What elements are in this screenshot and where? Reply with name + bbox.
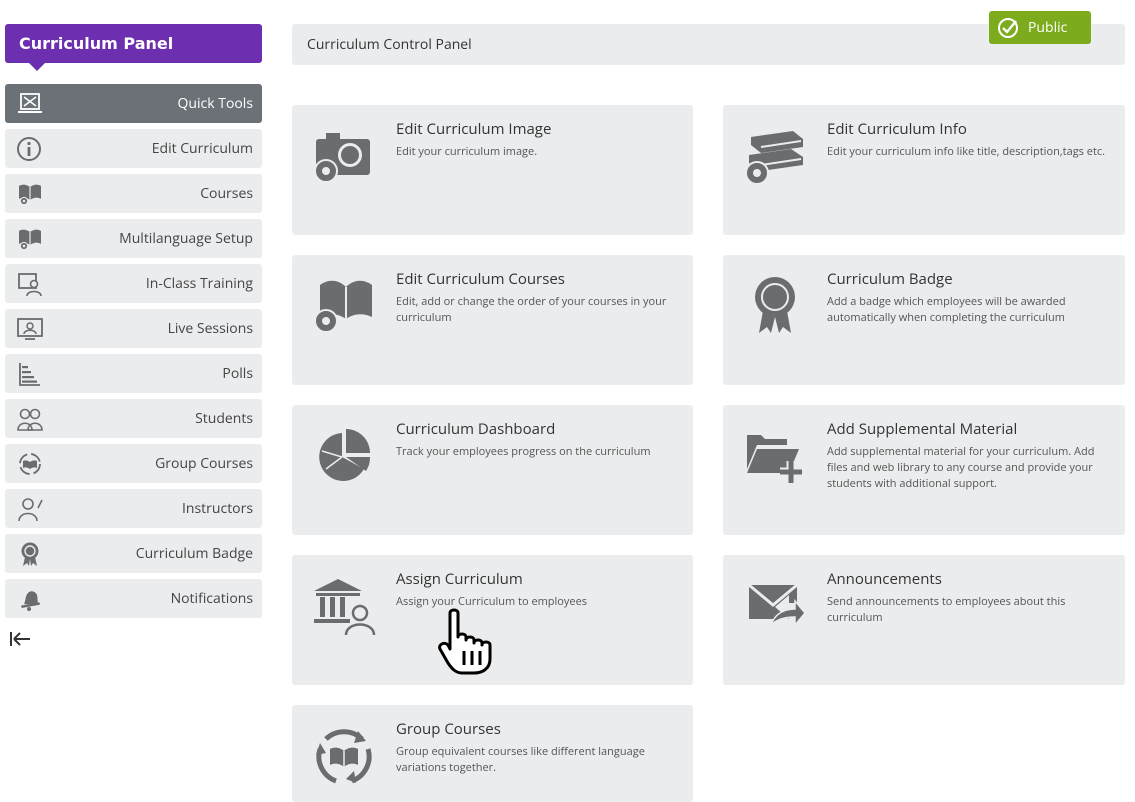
sidebar-item-label: In-Class Training [145, 274, 253, 293]
camera-gear-icon [314, 133, 370, 183]
courses-icon [19, 184, 41, 206]
live-sessions-icon [17, 318, 43, 340]
polls-icon [19, 363, 40, 386]
public-label: Public [1028, 18, 1068, 37]
quick-tools-icon [18, 93, 42, 113]
group-courses-icon [19, 453, 41, 475]
sidebar-item-multilanguage-setup[interactable]: Multilanguage Setup [5, 219, 262, 258]
card-title: Assign Curriculum [396, 569, 523, 589]
sidebar-item-label: Edit Curriculum [151, 139, 253, 158]
card-edit-curriculum-courses[interactable]: Edit Curriculum Courses Edit, add or cha… [292, 255, 693, 385]
card-title: Announcements [827, 569, 942, 589]
open-book-gear-icon [314, 280, 372, 333]
sidebar-item-label: Live Sessions [167, 319, 253, 338]
sidebar-item-edit-curriculum[interactable]: Edit Curriculum [5, 129, 262, 168]
institution-user-icon [314, 579, 376, 635]
instructors-icon [18, 498, 43, 522]
card-description: Edit your curriculum image. [396, 144, 538, 159]
book-cycle-icon [316, 729, 372, 784]
card-description: Edit your curriculum info like title, de… [827, 144, 1106, 159]
students-icon [17, 408, 43, 431]
sidebar-item-students[interactable]: Students [5, 399, 262, 438]
card-add-supplemental-material[interactable]: Add Supplemental Material Add supplement… [723, 405, 1125, 535]
card-title: Edit Curriculum Image [396, 119, 552, 139]
card-group-courses[interactable]: Group Courses Group equivalent courses l… [292, 705, 693, 802]
page-title: Curriculum Control Panel [307, 35, 472, 54]
card-description: Add a badge which employees will be awar… [827, 294, 1066, 325]
badge-icon [21, 542, 39, 566]
public-status-button[interactable]: Public [989, 11, 1091, 44]
sidebar-item-notifications[interactable]: Notifications [5, 579, 262, 618]
sidebar-item-polls[interactable]: Polls [5, 354, 262, 393]
sidebar-item-label: Students [195, 409, 253, 428]
sidebar-item-label: Polls [222, 364, 253, 383]
sidebar-item-live-sessions[interactable]: Live Sessions [5, 309, 262, 348]
card-curriculum-badge[interactable]: Curriculum Badge Add a badge which emplo… [723, 255, 1125, 385]
card-announcements[interactable]: Announcements Send announcements to empl… [723, 555, 1125, 685]
sidebar-item-label: Quick Tools [177, 94, 253, 113]
card-title: Add Supplemental Material [827, 419, 1018, 439]
sidebar-item-label: Courses [200, 184, 253, 203]
card-assign-curriculum[interactable]: Assign Curriculum Assign your Curriculum… [292, 555, 693, 685]
card-title: Curriculum Badge [827, 269, 953, 289]
card-description: Send announcements to employees about th… [827, 594, 1066, 625]
sidebar-item-label: Group Courses [155, 454, 253, 473]
card-edit-curriculum-image[interactable]: Edit Curriculum Image Edit your curricul… [292, 105, 693, 235]
sidebar-item-label: Notifications [170, 589, 253, 608]
sidebar-item-label: Multilanguage Setup [119, 229, 253, 248]
envelope-forward-icon [748, 583, 806, 628]
curriculum-panel-title: Curriculum Panel [5, 24, 262, 71]
sidebar-item-label: Curriculum Badge [135, 544, 253, 563]
check-circle-icon [998, 17, 1018, 38]
card-description: Edit, add or change the order of your co… [396, 294, 667, 325]
sidebar-item-label: Instructors [182, 499, 253, 518]
card-title: Edit Curriculum Courses [396, 269, 565, 289]
pie-chart-icon [319, 429, 371, 481]
card-edit-curriculum-info[interactable]: Edit Curriculum Info Edit your curriculu… [723, 105, 1125, 235]
in-class-training-icon [18, 273, 42, 297]
card-curriculum-dashboard[interactable]: Curriculum Dashboard Track your employee… [292, 405, 693, 535]
sidebar-item-in-class-training[interactable]: In-Class Training [5, 264, 262, 303]
sidebar-item-group-courses[interactable]: Group Courses [5, 444, 262, 483]
sidebar-item-quick-tools[interactable]: Quick Tools [5, 84, 262, 123]
card-description: Group equivalent courses like different … [396, 744, 645, 775]
card-title: Curriculum Dashboard [396, 419, 556, 439]
sidebar-item-courses[interactable]: Courses [5, 174, 262, 213]
sidebar-item-instructors[interactable]: Instructors [5, 489, 262, 528]
award-ribbon-icon [755, 277, 795, 333]
card-description: Add supplemental material for your curri… [827, 444, 1095, 491]
info-icon [17, 137, 41, 161]
card-description: Track your employees progress on the cur… [396, 444, 651, 459]
card-description: Assign your Curriculum to employees [396, 594, 588, 609]
multilanguage-icon [19, 229, 41, 251]
sidebar-item-curriculum-badge[interactable]: Curriculum Badge [5, 534, 262, 573]
collapse-sidebar-icon[interactable] [8, 629, 32, 649]
folder-plus-icon [747, 435, 802, 483]
bell-icon [21, 591, 40, 611]
card-title: Edit Curriculum Info [827, 119, 967, 139]
card-title: Group Courses [396, 719, 501, 739]
books-gear-icon [745, 131, 803, 185]
